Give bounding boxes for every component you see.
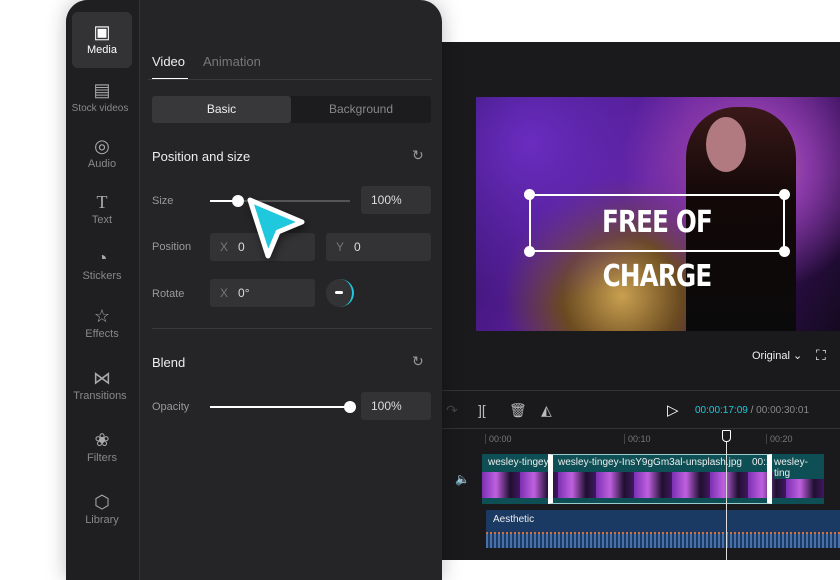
mirror-icon[interactable]: ◭ <box>541 402 552 419</box>
sidebar-item-stock-videos[interactable]: ▤ Stock videos <box>72 70 132 126</box>
transition-icon: ⋈ <box>93 368 111 388</box>
playhead-handle[interactable] <box>722 430 731 442</box>
tick-label: 00:20 <box>766 434 793 444</box>
sidebar-item-filters[interactable]: ❀ Filters <box>72 420 132 476</box>
sidebar-item-audio[interactable]: ◎ Audio <box>72 126 132 182</box>
sticker-icon: ◔ <box>96 248 108 268</box>
tab-video[interactable]: Video <box>152 54 185 69</box>
media-icon: ▣ <box>93 22 111 42</box>
section-title: Position and size <box>152 149 251 164</box>
play-icon[interactable]: ▷ <box>667 401 679 419</box>
tab-animation[interactable]: Animation <box>203 54 261 69</box>
time-separator: / <box>750 405 754 416</box>
sidebar-item-stickers[interactable]: ◔ Stickers <box>72 238 132 294</box>
tick-label: 00:00 <box>485 434 512 444</box>
filters-icon: ❀ <box>94 430 110 450</box>
opacity-input[interactable]: 100% <box>361 392 431 420</box>
properties-panel: ▣ Media ▤ Stock videos ◎ Audio T Text ◔ Stick… <box>66 0 442 580</box>
resize-handle[interactable] <box>779 246 790 257</box>
divider <box>442 390 840 391</box>
opacity-slider-fill <box>210 406 350 408</box>
position-y-input[interactable]: Y0 <box>326 233 431 261</box>
subtab-background[interactable]: Background <box>291 96 431 123</box>
preview-face <box>706 117 746 172</box>
position-label: Position <box>152 241 192 253</box>
opacity-label: Opacity <box>152 401 190 413</box>
audio-label: Aesthetic <box>493 514 535 525</box>
divider <box>148 79 432 80</box>
redo-icon[interactable]: ↷ <box>446 402 458 419</box>
total-time: 00:00:30:01 <box>756 405 809 416</box>
reset-icon[interactable]: ↻ <box>412 353 424 370</box>
sidebar-item-transitions[interactable]: ⋈ Transitions <box>72 358 132 414</box>
selected-clip[interactable] <box>548 454 772 504</box>
layout-icon: ▤ <box>93 80 111 100</box>
playhead[interactable] <box>726 432 727 560</box>
resize-handle[interactable] <box>524 189 535 200</box>
split-icon[interactable]: ][ <box>478 402 486 418</box>
clip-label: wesley-tingey <box>488 457 549 468</box>
star-icon: ☆ <box>93 306 111 326</box>
current-time: 00:00:17:09 <box>695 405 748 416</box>
sidebar-item-media[interactable]: ▣ Media <box>72 12 132 68</box>
subtab-group: Basic Background <box>152 96 431 123</box>
resize-handle[interactable] <box>779 189 790 200</box>
size-label: Size <box>152 195 174 207</box>
waveform <box>486 532 840 548</box>
overlay-text: FREE OF CHARGE <box>602 205 713 294</box>
rotate-input[interactable]: X 0° <box>210 279 315 307</box>
volume-icon[interactable]: 🔈 <box>455 472 470 486</box>
text-overlay[interactable]: FREE OF CHARGE <box>529 194 785 294</box>
tick-label: 00:10 <box>624 434 651 444</box>
sidebar-item-text[interactable]: T Text <box>72 182 132 238</box>
ratio-dropdown[interactable]: Original ⌄ <box>752 349 802 362</box>
music-icon: ◎ <box>94 136 110 156</box>
resize-handle[interactable] <box>524 246 535 257</box>
sidebar-item-effects[interactable]: ☆ Effects <box>72 296 132 352</box>
cube-icon: ⬡ <box>94 492 110 512</box>
subtab-basic[interactable]: Basic <box>152 96 291 123</box>
delete-icon[interactable]: 🗑 <box>509 402 527 419</box>
rotate-label: Rotate <box>152 288 185 300</box>
cursor-icon <box>247 197 305 259</box>
opacity-slider-knob[interactable] <box>344 401 356 413</box>
audio-track[interactable]: Aesthetic <box>486 510 840 548</box>
sidebar: ▣ Media ▤ Stock videos ◎ Audio T Text ◔ Stick… <box>66 0 140 580</box>
clip-label: wesley-ting <box>774 457 824 479</box>
divider <box>442 428 840 429</box>
fullscreen-icon[interactable]: ⛶ <box>816 347 826 364</box>
size-input[interactable]: 100% <box>361 186 431 214</box>
rotate-dial[interactable] <box>326 279 354 307</box>
reset-icon[interactable]: ↻ <box>412 147 424 164</box>
text-icon: T <box>96 192 108 212</box>
divider <box>152 328 432 329</box>
sidebar-item-library[interactable]: ⬡ Library <box>72 482 132 538</box>
section-title: Blend <box>152 355 186 370</box>
